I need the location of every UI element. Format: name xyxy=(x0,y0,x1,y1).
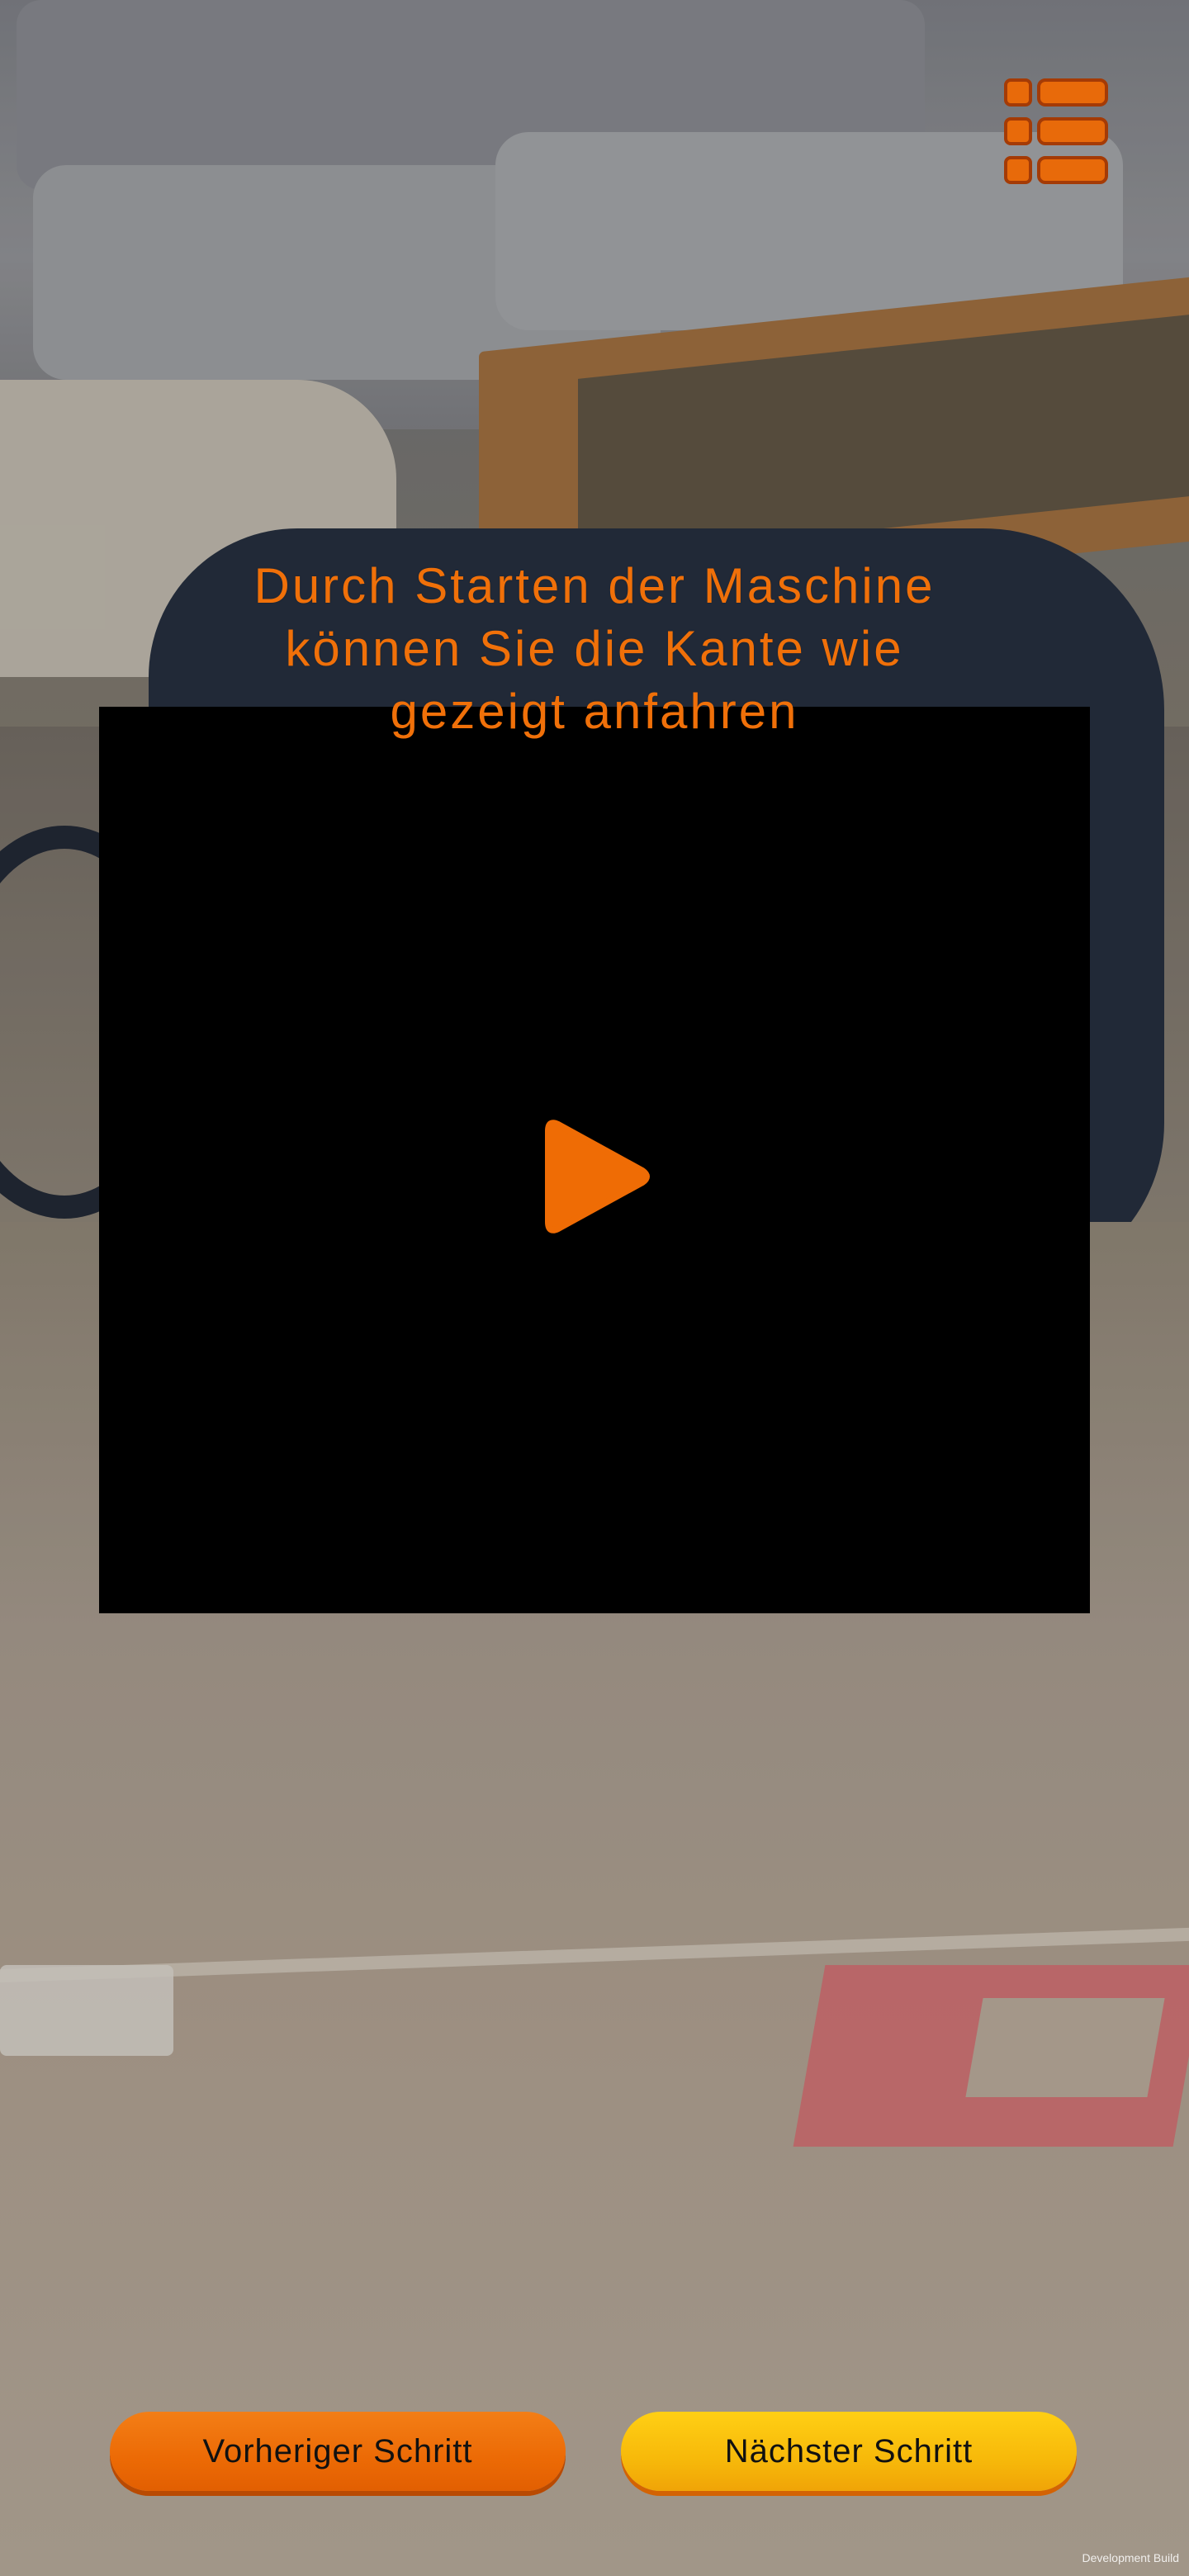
previous-step-button[interactable]: Vorheriger Schritt xyxy=(110,2412,566,2491)
menu-icon-row xyxy=(1004,78,1108,107)
menu-icon-bar xyxy=(1037,156,1108,184)
menu-icon-dot xyxy=(1004,78,1032,107)
play-button[interactable] xyxy=(540,1116,652,1237)
next-step-button[interactable]: Nächster Schritt xyxy=(621,2412,1077,2491)
menu-icon-bar xyxy=(1037,117,1108,145)
previous-step-label: Vorheriger Schritt xyxy=(202,2433,473,2469)
instruction-line-1: Durch Starten der Maschine xyxy=(253,558,936,613)
menu-icon-row xyxy=(1004,117,1108,145)
ar-camera-screen: Durch Starten der Maschine können Sie di… xyxy=(0,0,1189,2576)
menu-icon-bar xyxy=(1037,78,1108,107)
menu-icon-row xyxy=(1004,156,1108,184)
play-icon xyxy=(545,1120,650,1234)
next-step-label: Nächster Schritt xyxy=(724,2433,973,2469)
menu-button[interactable] xyxy=(1004,78,1108,184)
menu-icon-dot xyxy=(1004,156,1032,184)
development-build-label: Development Build xyxy=(1082,2551,1179,2564)
instruction-text: Durch Starten der Maschine können Sie di… xyxy=(99,555,1090,743)
instruction-line-3: gezeigt anfahren xyxy=(390,684,799,739)
instruction-line-2: können Sie die Kante wie xyxy=(285,621,904,676)
menu-icon-dot xyxy=(1004,117,1032,145)
